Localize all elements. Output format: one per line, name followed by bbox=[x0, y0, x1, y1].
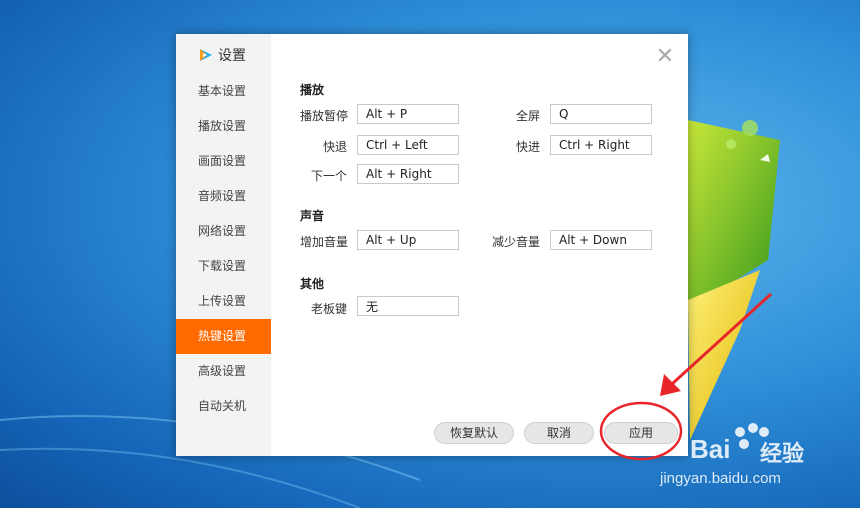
watermark-brand-cn: 经验 bbox=[760, 442, 805, 467]
watermark-brand: Bai bbox=[690, 434, 731, 464]
watermark-url: jingyan.baidu.com bbox=[660, 470, 781, 487]
annotation-arrow bbox=[670, 292, 773, 386]
